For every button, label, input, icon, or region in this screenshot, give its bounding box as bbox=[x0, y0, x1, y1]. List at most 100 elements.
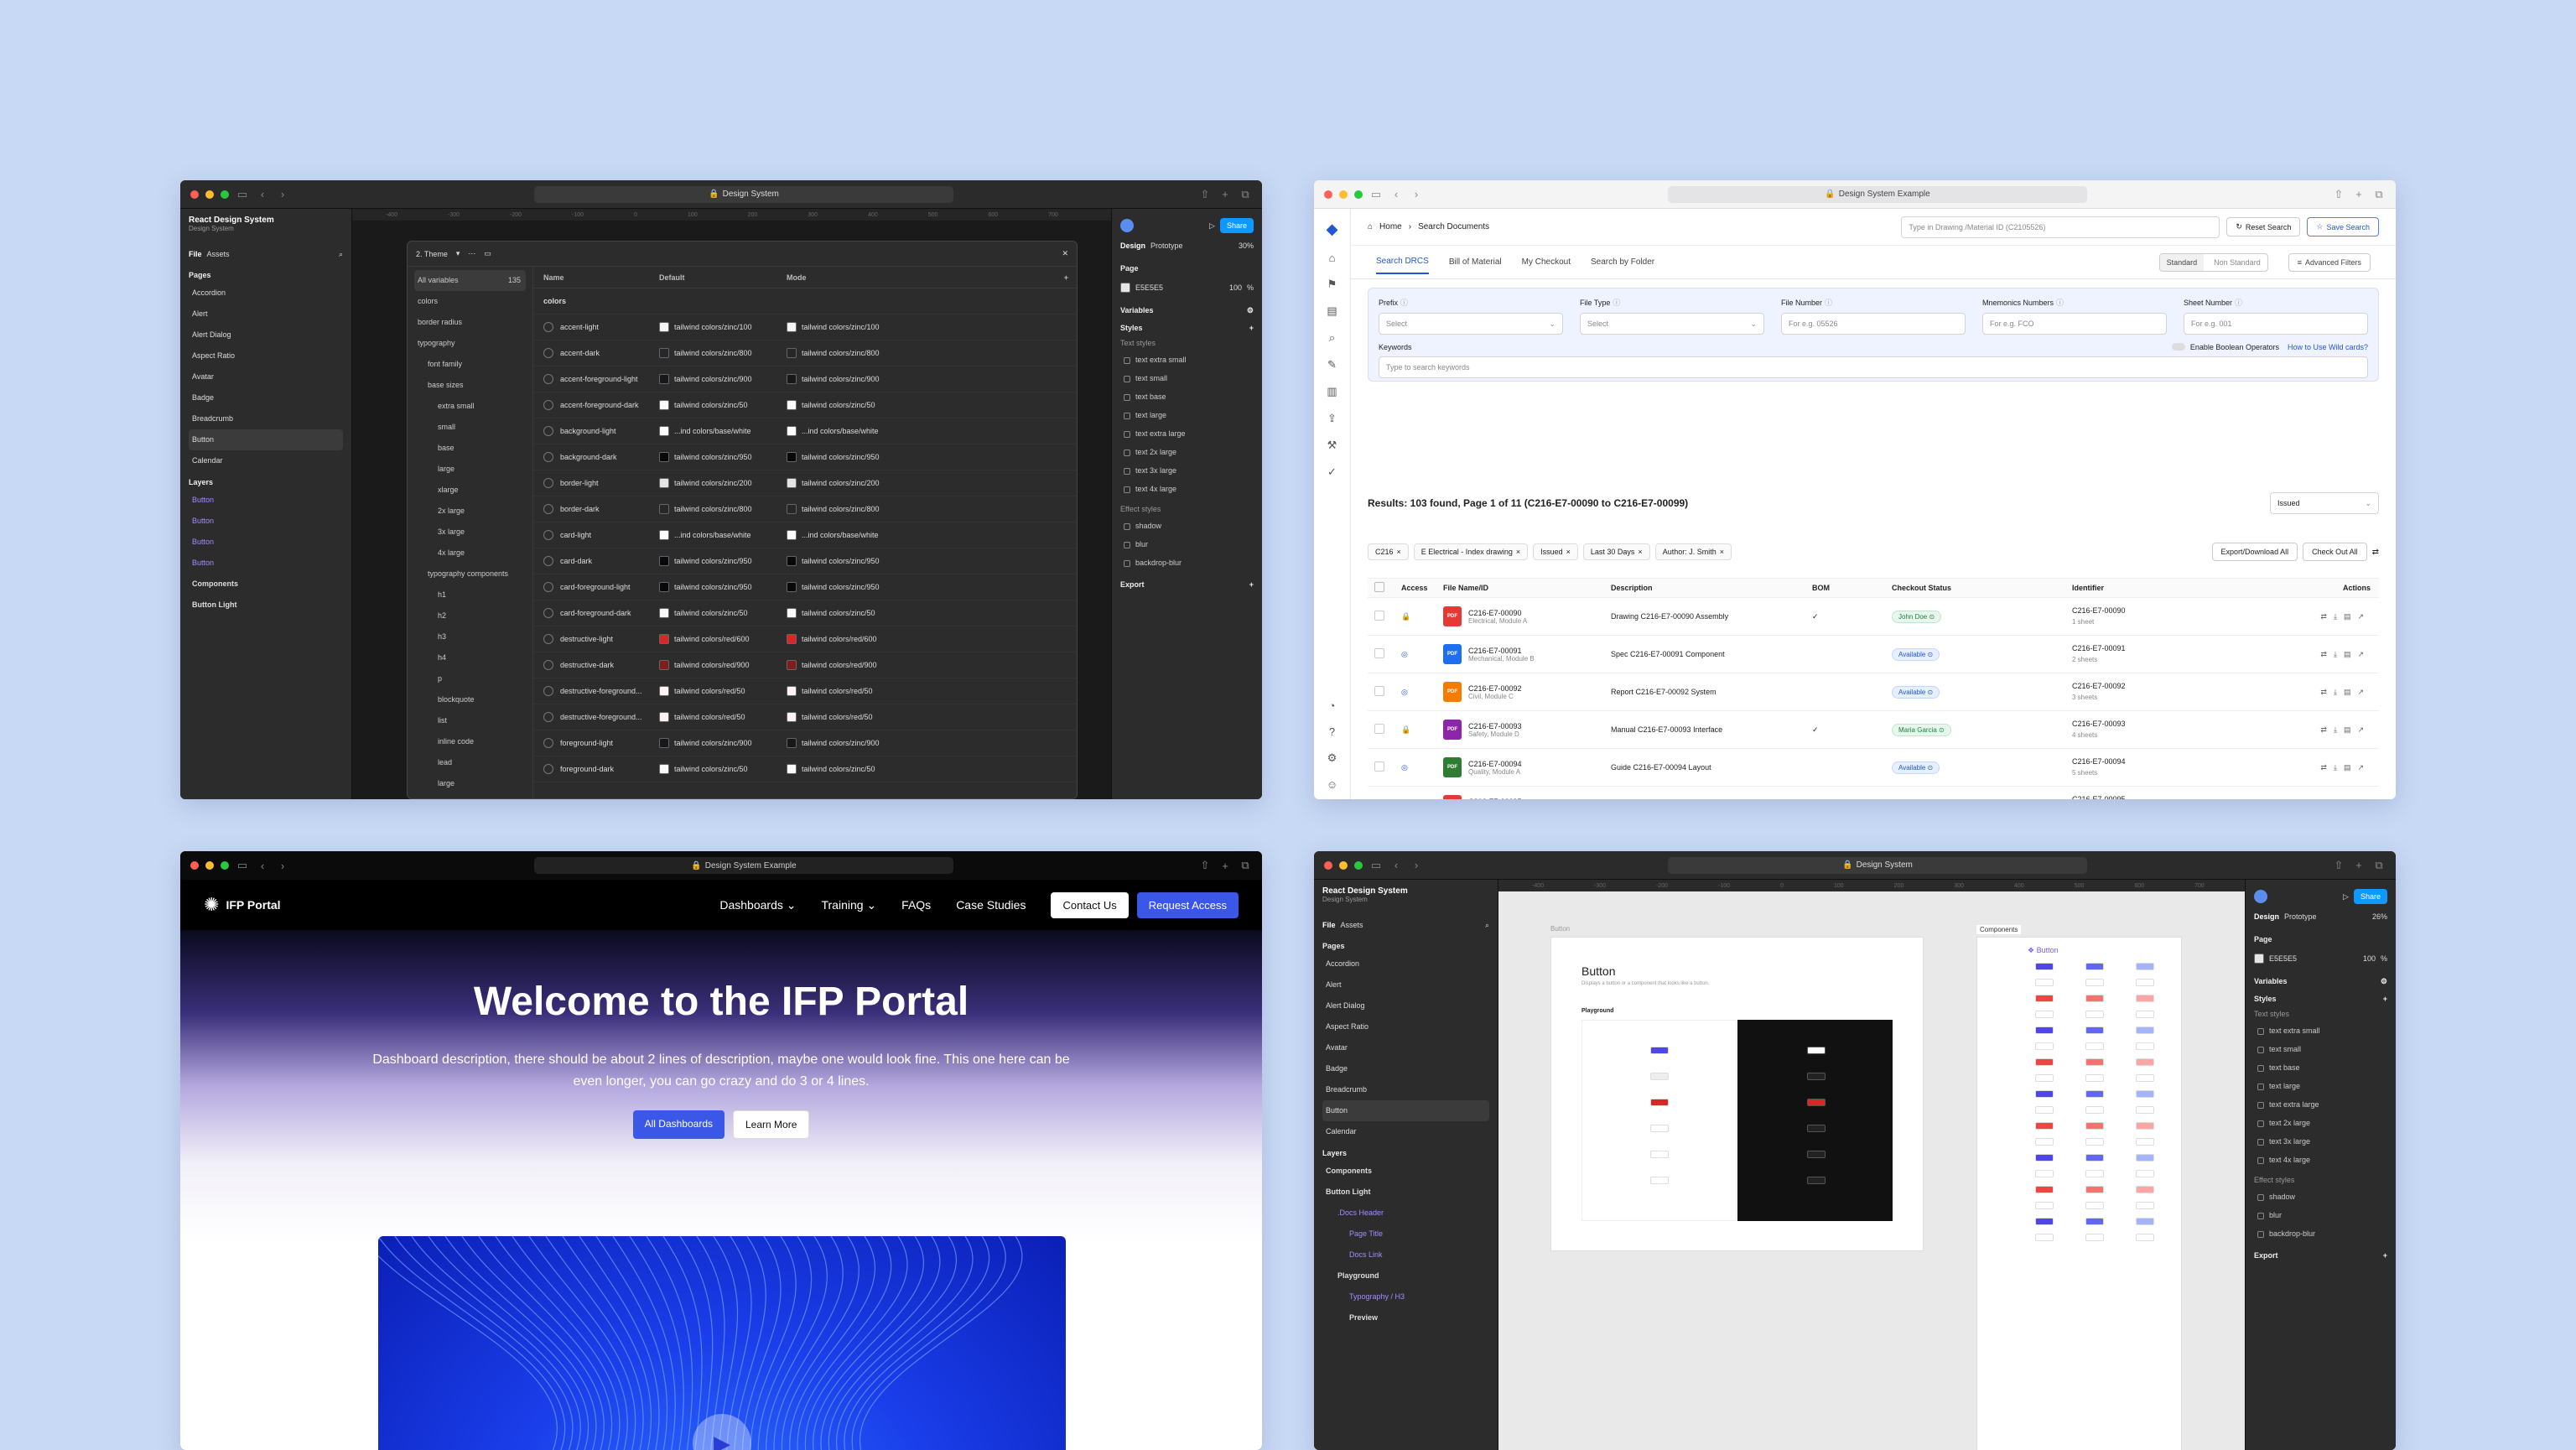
variable-row[interactable]: destructive-foreground... tailwind colors… bbox=[533, 704, 1077, 730]
variable-name[interactable]: accent-light bbox=[560, 323, 599, 331]
button-variant[interactable] bbox=[2136, 1138, 2154, 1146]
page-item[interactable]: Avatar bbox=[189, 366, 343, 387]
button-variant[interactable] bbox=[2136, 1042, 2154, 1050]
variable-group-item[interactable]: font family bbox=[414, 354, 526, 375]
home-breadcrumb-icon[interactable]: ⌂ bbox=[1368, 222, 1373, 231]
advanced-filters-button[interactable]: ≡ Advanced Filters bbox=[2288, 252, 2371, 272]
tab-search-by-folder[interactable]: Search by Folder bbox=[1591, 257, 1654, 267]
add-mode-icon[interactable]: + bbox=[1064, 273, 1077, 282]
user-icon[interactable]: ☺ bbox=[1327, 778, 1337, 791]
variable-row[interactable]: destructive-foreground... tailwind colors… bbox=[533, 678, 1077, 704]
button-variant[interactable] bbox=[2035, 1154, 2054, 1162]
chevron-down-icon[interactable]: ▾ bbox=[456, 249, 460, 258]
add-style-icon[interactable]: + bbox=[2383, 995, 2387, 1003]
button-variant[interactable] bbox=[2035, 1202, 2054, 1209]
zoom-level[interactable]: 30% bbox=[1239, 242, 1254, 250]
page-item[interactable]: Breadcrumb bbox=[189, 408, 343, 429]
button-variant[interactable] bbox=[2035, 1042, 2054, 1050]
tabs-overview-icon[interactable]: ⧉ bbox=[2372, 188, 2386, 201]
button-variant[interactable] bbox=[2136, 1090, 2154, 1098]
variable-row[interactable]: background-dark tailwind colors/zinc/950 t… bbox=[533, 444, 1077, 470]
address-bar[interactable]: 🔒 Design System bbox=[534, 185, 953, 203]
page-item[interactable]: Alert Dialog bbox=[1322, 995, 1489, 1016]
page-item[interactable]: Aspect Ratio bbox=[1322, 1016, 1489, 1037]
avatar[interactable] bbox=[2254, 890, 2267, 903]
layer-item[interactable]: Button bbox=[189, 553, 343, 574]
text-style-item[interactable]: text extra large bbox=[2254, 1095, 2387, 1114]
button-preview[interactable] bbox=[1807, 1151, 1826, 1158]
nav-dashboards[interactable]: Dashboards ⌄ bbox=[719, 898, 796, 912]
forward-icon[interactable]: › bbox=[276, 188, 289, 200]
layer-item[interactable]: Button bbox=[189, 490, 343, 511]
button-variant[interactable] bbox=[2035, 1106, 2054, 1114]
back-icon[interactable]: ‹ bbox=[1389, 188, 1403, 200]
row-checkbox[interactable] bbox=[1374, 611, 1384, 621]
button-variant[interactable] bbox=[2035, 1058, 2054, 1066]
button-preview[interactable] bbox=[1807, 1125, 1826, 1132]
page-color-value[interactable]: E5E5E5 bbox=[1135, 283, 1163, 292]
variable-group-item[interactable]: 2x large bbox=[414, 501, 526, 522]
layer-item[interactable]: Button Light bbox=[1322, 1182, 1489, 1203]
row-checkbox[interactable] bbox=[1374, 686, 1384, 696]
remove-chip-icon[interactable]: × bbox=[1566, 548, 1571, 556]
filter-chip[interactable]: Author: J. Smith × bbox=[1654, 543, 1732, 560]
button-variant[interactable] bbox=[2136, 1218, 2154, 1225]
remove-chip-icon[interactable]: × bbox=[1516, 548, 1520, 556]
default-value-cell[interactable]: tailwind colors/zinc/900 bbox=[659, 738, 787, 748]
variable-group-item[interactable]: small bbox=[414, 417, 526, 438]
default-value-cell[interactable]: tailwind colors/zinc/950 bbox=[659, 556, 787, 566]
home-icon[interactable]: ⌂ bbox=[1329, 252, 1336, 264]
variable-group-item[interactable]: xlarge bbox=[414, 480, 526, 501]
project-title[interactable]: React Design System bbox=[189, 216, 343, 225]
learn-more-button[interactable]: Learn More bbox=[733, 1110, 810, 1139]
search-icon[interactable]: ⌕ bbox=[1329, 331, 1335, 345]
page-color-swatch[interactable] bbox=[2254, 954, 2264, 964]
variable-row[interactable]: background-light ...ind colors/base/white… bbox=[533, 418, 1077, 444]
variable-name[interactable]: border-light bbox=[560, 479, 599, 487]
text-style-item[interactable]: text 3x large bbox=[1120, 461, 1254, 480]
button-variant[interactable] bbox=[2085, 995, 2104, 1002]
check-out-all-button[interactable]: Check Out All bbox=[2303, 543, 2367, 561]
table-row[interactable]: 🔒 PDF C216-E7-00090 Electrical, Module A Dra… bbox=[1368, 598, 2379, 636]
default-value-cell[interactable]: ...ind colors/base/white bbox=[659, 530, 787, 540]
button-variant[interactable] bbox=[2085, 1122, 2104, 1130]
variable-name[interactable]: foreground-dark bbox=[560, 765, 614, 773]
nav-faqs[interactable]: FAQs bbox=[901, 898, 931, 912]
keywords-input[interactable]: Type to search keywords bbox=[1379, 356, 2368, 378]
button-variant[interactable] bbox=[2136, 995, 2154, 1002]
row-checkbox[interactable] bbox=[1374, 724, 1384, 734]
text-style-item[interactable]: text small bbox=[1120, 369, 1254, 387]
hero-video[interactable]: ▶ bbox=[378, 1236, 1066, 1450]
avatar[interactable] bbox=[1120, 219, 1134, 232]
mode-value-cell[interactable]: ...ind colors/base/white bbox=[787, 426, 914, 436]
text-style-item[interactable]: text extra small bbox=[2254, 1021, 2387, 1040]
add-export-icon[interactable]: + bbox=[2383, 1251, 2387, 1260]
layer-item[interactable]: Playground bbox=[1322, 1266, 1489, 1286]
variable-row[interactable]: accent-dark tailwind colors/zinc/800 tailw… bbox=[533, 340, 1077, 366]
filter-chip[interactable]: Last 30 Days × bbox=[1582, 543, 1650, 560]
file-id[interactable]: C216-E7-00094 bbox=[1468, 760, 1522, 768]
minimize-window-dot[interactable] bbox=[1339, 860, 1348, 870]
share-page-icon[interactable]: ⇧ bbox=[1198, 188, 1212, 201]
effect-style-item[interactable]: shadow bbox=[2254, 1188, 2387, 1206]
file-icon[interactable]: ▤ bbox=[2344, 763, 2358, 772]
button-variant[interactable] bbox=[2085, 1202, 2104, 1209]
remove-chip-icon[interactable]: × bbox=[1638, 548, 1642, 556]
mode-value-cell[interactable]: tailwind colors/zinc/100 bbox=[787, 322, 914, 332]
toggle-non-standard[interactable]: Non Standard bbox=[2207, 254, 2267, 271]
table-row[interactable]: ◎PDFC216-E7-00095Electrical, Module BDra… bbox=[1368, 787, 2379, 799]
variables-icon[interactable]: ⚙ bbox=[2381, 977, 2387, 986]
sort-select[interactable]: Issued ⌄ bbox=[2270, 492, 2379, 514]
wildcards-link[interactable]: How to Use Wild cards? bbox=[2288, 343, 2368, 351]
page-color-value[interactable]: E5E5E5 bbox=[2269, 954, 2297, 963]
page-item[interactable]: Alert bbox=[189, 304, 343, 325]
table-row[interactable]: 🔒 PDF C216-E7-00093 Safety, Module D Manual … bbox=[1368, 711, 2379, 749]
new-tab-icon[interactable]: + bbox=[1218, 860, 1232, 872]
mode-value-cell[interactable]: tailwind colors/red/50 bbox=[787, 686, 914, 696]
variable-row[interactable]: accent-foreground-dark tailwind colors/zi… bbox=[533, 392, 1077, 418]
tab-search-drcs[interactable]: Search DRCS bbox=[1376, 250, 1429, 274]
default-value-cell[interactable]: tailwind colors/zinc/900 bbox=[659, 374, 787, 384]
reset-search-button[interactable]: ↻ Reset Search bbox=[2226, 217, 2301, 236]
button-variant[interactable] bbox=[2035, 1218, 2054, 1225]
effect-style-item[interactable]: shadow bbox=[1120, 517, 1254, 535]
